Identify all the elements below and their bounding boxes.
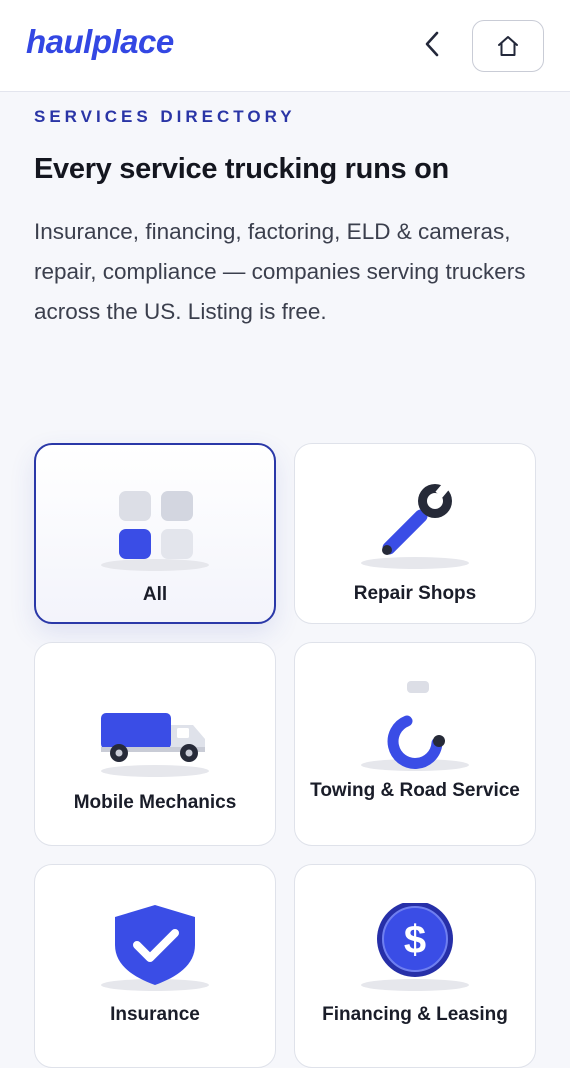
back-button[interactable]	[410, 22, 454, 66]
section-eyebrow: SERVICES DIRECTORY	[34, 107, 296, 126]
category-label: Financing & Leasing	[322, 1004, 508, 1025]
category-card-mobile-mechanics[interactable]: Mobile Mechanics	[34, 642, 276, 846]
category-label: Repair Shops	[353, 583, 477, 604]
dollar-coin-icon: $	[361, 903, 469, 991]
chevron-left-icon	[425, 31, 439, 57]
category-label: All	[142, 584, 168, 605]
tow-hook-icon	[361, 681, 469, 771]
category-label: Insurance	[110, 1004, 200, 1025]
shield-check-icon	[101, 905, 209, 991]
app-header: haulplace	[0, 0, 570, 92]
category-card-repair-shops[interactable]: Repair Shops	[294, 443, 536, 624]
category-card-insurance[interactable]: Insurance	[34, 864, 276, 1068]
page-description: Insurance, financing, factoring, ELD & c…	[34, 219, 526, 324]
category-card-financing[interactable]: $ Financing & Leasing	[294, 864, 536, 1068]
grid-icon	[101, 491, 209, 571]
home-button[interactable]	[472, 20, 544, 72]
category-label: Towing & Road Service	[310, 780, 520, 801]
truck-icon	[101, 713, 209, 777]
category-card-towing[interactable]: Towing & Road Service	[294, 642, 536, 846]
category-card-all[interactable]: All	[34, 443, 276, 624]
home-icon	[498, 36, 518, 56]
logo[interactable]: haulplace	[26, 23, 174, 61]
page-title: Every service trucking runs on	[34, 153, 449, 185]
category-label: Mobile Mechanics	[73, 792, 237, 813]
category-grid: All Repair Shops Mobile Mechanics Towing…	[34, 443, 536, 1068]
wrench-icon	[361, 481, 469, 569]
svg-text:$: $	[404, 918, 426, 962]
